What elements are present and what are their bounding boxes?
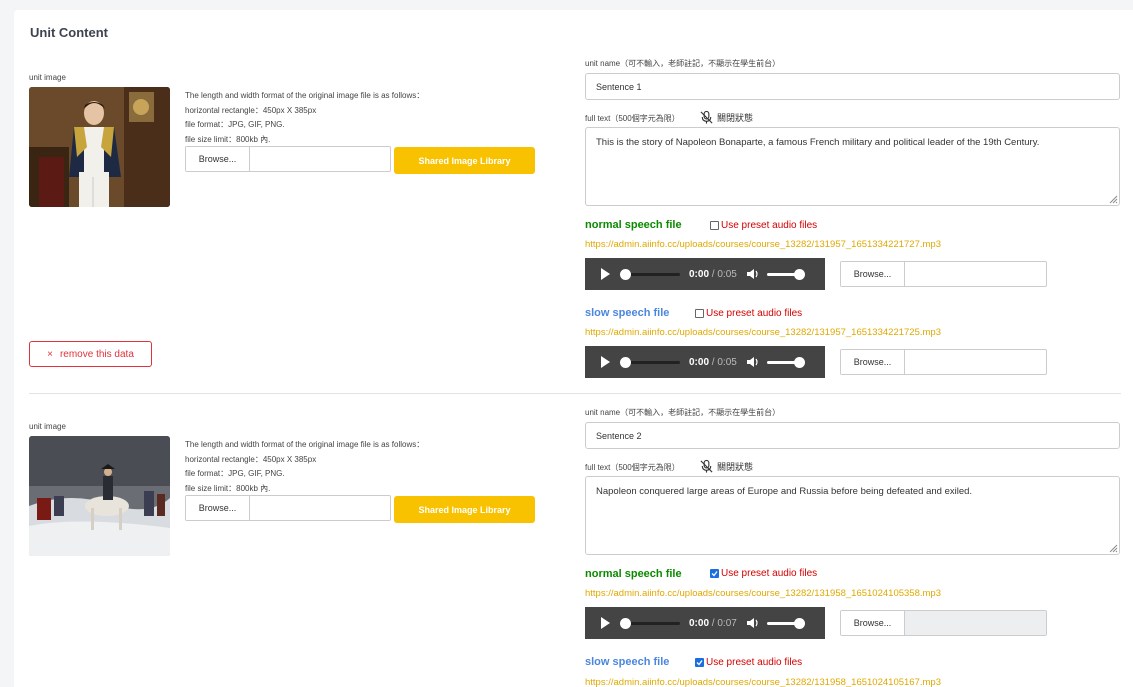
- slow-audio-url[interactable]: https://admin.aiinfo.cc/uploads/courses/…: [585, 677, 941, 687]
- normal-audio-url[interactable]: https://admin.aiinfo.cc/uploads/courses/…: [585, 588, 941, 599]
- full-text-value: Napoleon conquered large areas of Europe…: [596, 486, 973, 497]
- audio-time: 0:00 / 0:05: [689, 356, 737, 368]
- unit-divider: [29, 393, 1121, 394]
- checkbox-checked-icon[interactable]: [710, 569, 719, 578]
- image-file-input[interactable]: Browse...: [185, 495, 391, 521]
- volume-slider[interactable]: [766, 268, 805, 280]
- image-desc-line: file size limit：800kb 內.: [185, 483, 271, 493]
- full-text-label: full text（500個字元為限）: [585, 463, 680, 472]
- normal-audio-player[interactable]: 0:00 / 0:05: [585, 258, 825, 290]
- card-title: Unit Content: [30, 25, 108, 40]
- remove-label: remove this data: [59, 348, 134, 360]
- normal-preset-checkbox[interactable]: Use preset audio files: [710, 568, 817, 579]
- unit-image-label: unit image: [29, 73, 66, 82]
- image-desc-line: horizontal rectangle：450px X 385px: [185, 454, 317, 464]
- image-desc-line: The length and width format of the origi…: [185, 91, 425, 100]
- image-desc-line: The length and width format of the origi…: [185, 440, 425, 449]
- audio-progress-bar[interactable]: [620, 268, 680, 280]
- slow-audio-file-input[interactable]: Browse...: [840, 349, 1047, 375]
- normal-audio-url[interactable]: https://admin.aiinfo.cc/uploads/courses/…: [585, 239, 941, 250]
- audio-time: 0:00 / 0:07: [689, 617, 737, 629]
- slow-preset-checkbox[interactable]: Use preset audio files: [695, 657, 802, 668]
- shared-image-library-button[interactable]: Shared Image Library: [394, 147, 535, 174]
- file-name-field: [905, 350, 1046, 374]
- audio-progress-bar[interactable]: [620, 617, 680, 629]
- preset-label: Use preset audio files: [721, 568, 818, 579]
- slow-audio-player[interactable]: 0:00 / 0:05: [585, 346, 825, 378]
- slow-speech-title: slow speech file: [585, 656, 670, 668]
- unit-image-label: unit image: [29, 422, 66, 431]
- play-icon[interactable]: [601, 268, 610, 280]
- play-icon[interactable]: [601, 356, 610, 368]
- file-name-field: [250, 496, 390, 520]
- unit-image-thumbnail[interactable]: [29, 87, 170, 207]
- file-name-field: [905, 262, 1046, 286]
- unit-content-card: Unit Content unit image The length and w…: [14, 10, 1133, 687]
- browse-button[interactable]: Browse...: [186, 496, 250, 520]
- full-text-value: This is the story of Napoleon Bonaparte,…: [596, 137, 1040, 148]
- resize-handle-icon[interactable]: [1109, 544, 1118, 553]
- resize-handle-icon[interactable]: [1109, 195, 1118, 204]
- normal-speech-title: normal speech file: [585, 219, 682, 231]
- file-name-field: [250, 147, 390, 171]
- image-file-input[interactable]: Browse...: [185, 146, 391, 172]
- audio-time: 0:00 / 0:05: [689, 268, 737, 280]
- file-name-field: [905, 611, 1046, 635]
- normal-audio-file-input[interactable]: Browse...: [840, 261, 1047, 287]
- normal-audio-player[interactable]: 0:00 / 0:07: [585, 607, 825, 639]
- browse-button[interactable]: Browse...: [841, 350, 905, 374]
- mic-toggle[interactable]: 關閉狀態: [699, 459, 753, 474]
- browse-button: Browse...: [841, 611, 905, 635]
- slow-speech-title: slow speech file: [585, 307, 670, 319]
- image-desc-line: file format：JPG, GIF, PNG.: [185, 120, 285, 129]
- volume-icon[interactable]: [746, 267, 760, 281]
- unit-name-input[interactable]: Sentence 1: [585, 73, 1120, 100]
- full-text-label: full text（500個字元為限）: [585, 114, 680, 123]
- play-icon[interactable]: [601, 617, 610, 629]
- close-icon: ×: [47, 348, 53, 360]
- mic-status-text: 關閉狀態: [717, 462, 754, 472]
- audio-progress-bar[interactable]: [620, 356, 680, 368]
- checkbox-checked-icon[interactable]: [695, 658, 704, 667]
- image-desc-line: horizontal rectangle：450px X 385px: [185, 105, 317, 115]
- full-text-textarea[interactable]: This is the story of Napoleon Bonaparte,…: [585, 127, 1120, 206]
- slow-audio-url[interactable]: https://admin.aiinfo.cc/uploads/courses/…: [585, 327, 941, 338]
- volume-slider[interactable]: [766, 617, 805, 629]
- browse-button[interactable]: Browse...: [186, 147, 250, 171]
- unit-name-label: unit name（可不輸入，老師註記，不顯示在學生前台）: [585, 408, 781, 417]
- mic-status-text: 關閉狀態: [717, 113, 754, 123]
- mic-toggle[interactable]: 關閉狀態: [699, 110, 753, 125]
- mic-off-icon: [700, 459, 713, 473]
- shared-image-library-button[interactable]: Shared Image Library: [394, 496, 535, 523]
- volume-icon[interactable]: [746, 355, 760, 369]
- image-requirements: The length and width format of the origi…: [185, 89, 424, 147]
- checkbox-unchecked-icon[interactable]: [695, 309, 704, 318]
- unit-name-input[interactable]: Sentence 2: [585, 422, 1120, 449]
- normal-speech-title: normal speech file: [585, 568, 682, 580]
- image-requirements: The length and width format of the origi…: [185, 438, 424, 496]
- image-desc-line: file size limit：800kb 內.: [185, 134, 271, 144]
- checkbox-unchecked-icon[interactable]: [710, 221, 719, 230]
- mic-off-icon: [700, 110, 713, 124]
- normal-preset-checkbox[interactable]: Use preset audio files: [710, 220, 817, 231]
- normal-audio-file-input: Browse...: [840, 610, 1047, 636]
- volume-icon[interactable]: [746, 616, 760, 630]
- remove-data-button[interactable]: × remove this data: [29, 341, 152, 367]
- unit-image-thumbnail[interactable]: [29, 436, 170, 556]
- preset-label: Use preset audio files: [706, 657, 803, 668]
- preset-label: Use preset audio files: [721, 220, 818, 231]
- unit-name-label: unit name（可不輸入，老師註記，不顯示在學生前台）: [585, 59, 781, 68]
- slow-preset-checkbox[interactable]: Use preset audio files: [695, 308, 802, 319]
- image-desc-line: file format：JPG, GIF, PNG.: [185, 469, 285, 478]
- volume-slider[interactable]: [766, 356, 805, 368]
- full-text-textarea[interactable]: Napoleon conquered large areas of Europe…: [585, 476, 1120, 555]
- preset-label: Use preset audio files: [706, 308, 803, 319]
- browse-button[interactable]: Browse...: [841, 262, 905, 286]
